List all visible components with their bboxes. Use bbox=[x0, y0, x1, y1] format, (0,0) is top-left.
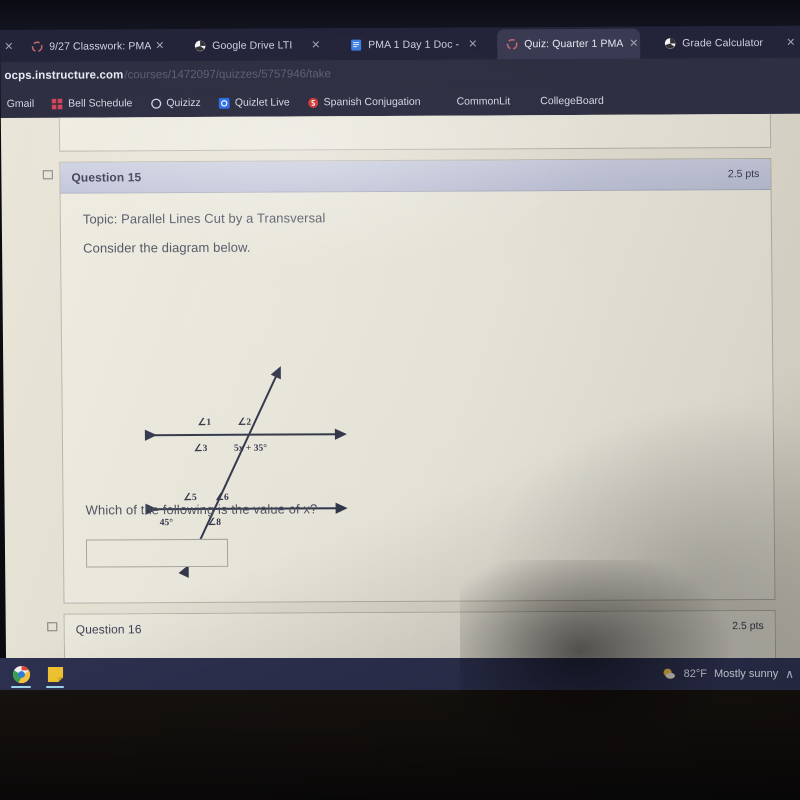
taskbar-chrome-icon[interactable] bbox=[4, 658, 38, 690]
angle-label-1: ∠1 bbox=[198, 417, 212, 428]
tab-close-icon-1[interactable]: ✕ bbox=[311, 38, 320, 51]
angle-label-5x35: 5x + 35° bbox=[234, 443, 267, 454]
address-path: /courses/1472097/quizzes/5757946/take bbox=[124, 68, 331, 82]
docs-icon bbox=[351, 39, 362, 51]
answer-input[interactable] bbox=[85, 538, 229, 568]
bookmark-quizizz[interactable]: Quizizz bbox=[150, 97, 201, 109]
bookmark-label: CollegeBoard bbox=[540, 94, 604, 108]
question-15-card: Question 15 2.5 pts Topic: Parallel Line… bbox=[59, 157, 776, 604]
browser-tab-label: PMA 1 Day 1 Doc - bbox=[368, 38, 460, 52]
bookmark-label: Bell Schedule bbox=[68, 97, 133, 110]
previous-question-card bbox=[58, 113, 772, 152]
angle-label-3: ∠3 bbox=[194, 443, 208, 454]
taskbar-active-underline bbox=[11, 686, 31, 688]
question-15-answer-area: Which of the following is the value of x… bbox=[85, 501, 318, 568]
weather-temperature: 82°F bbox=[683, 668, 707, 680]
browser-tab-strip: ✕ 9/27 Classwork: PMA ✕ Google Drive LTI… bbox=[0, 25, 800, 62]
system-tray: 82°F Mostly sunny ∧ bbox=[661, 666, 800, 682]
bookmarks-bar: Gmail Bell Schedule Quizizz Quizlet Live… bbox=[0, 85, 800, 118]
tray-expand-icon[interactable]: ∧ bbox=[785, 667, 794, 681]
question-15-instruction: Consider the diagram below. bbox=[83, 239, 251, 256]
flag-question-15-icon[interactable] bbox=[42, 170, 54, 183]
address-bar[interactable]: ocps.instructure.com/courses/1472097/qui… bbox=[0, 57, 800, 90]
browser-tab-4[interactable]: Grade Calculator bbox=[655, 28, 800, 59]
bookmark-bell-schedule[interactable]: Bell Schedule bbox=[52, 97, 133, 110]
browser-tab-label: Quiz: Quarter 1 PMA bbox=[524, 37, 624, 51]
bookmark-collegeboard[interactable]: CollegeBoard bbox=[540, 95, 604, 107]
laptop-photo: ✕ 9/27 Classwork: PMA ✕ Google Drive LTI… bbox=[0, 0, 800, 800]
question-16-title: Question 16 bbox=[75, 622, 142, 637]
flag-question-16-icon[interactable] bbox=[47, 622, 58, 635]
question-16-header: Question 16 2.5 pts bbox=[64, 610, 775, 645]
bookmark-label: Spanish Conjugation bbox=[323, 95, 421, 109]
quizizz-icon bbox=[150, 98, 161, 109]
browser-tab-2[interactable]: PMA 1 Day 1 Doc - bbox=[341, 29, 484, 60]
bookmark-quizlet-live[interactable]: Quizlet Live bbox=[218, 96, 290, 109]
laptop-deck: hp bbox=[0, 690, 800, 800]
spinner-icon bbox=[506, 38, 518, 50]
bookmark-label: Quizizz bbox=[166, 96, 201, 110]
question-15-topic: Topic: Parallel Lines Cut by a Transvers… bbox=[82, 210, 326, 227]
browser-tab-label: 9/27 Classwork: PMA bbox=[49, 40, 152, 53]
drive-icon bbox=[194, 40, 206, 52]
bookmark-label: Quizlet Live bbox=[234, 96, 290, 109]
bookmark-label: CommonLit bbox=[456, 95, 511, 108]
browser-tab-3[interactable]: Quiz: Quarter 1 PMA bbox=[497, 28, 641, 60]
tab-close-icon-0[interactable]: ✕ bbox=[155, 39, 164, 52]
grid-icon bbox=[52, 98, 63, 109]
taskbar-sticky-notes-icon[interactable] bbox=[38, 658, 72, 690]
question-16-card: Question 16 2.5 pts bbox=[63, 609, 777, 663]
spinner-icon bbox=[31, 41, 43, 53]
question-15-title: Question 15 bbox=[71, 170, 142, 185]
question-16-points: 2.5 pts bbox=[732, 620, 764, 633]
bookmark-spanish-conjugation[interactable]: Spanish Conjugation bbox=[308, 96, 421, 109]
drive-icon bbox=[664, 38, 676, 49]
question-15-prompt: Which of the following is the value of x… bbox=[85, 501, 318, 518]
weather-condition: Mostly sunny bbox=[714, 668, 779, 680]
sun-cloud-icon bbox=[663, 668, 675, 679]
question-15-points: 2.5 pts bbox=[727, 168, 760, 181]
question-15-body: Topic: Parallel Lines Cut by a Transvers… bbox=[61, 190, 772, 256]
tab-close-icon-3[interactable]: ✕ bbox=[629, 37, 638, 50]
bookmark-gmail[interactable]: Gmail bbox=[7, 98, 35, 110]
browser-chrome: ✕ 9/27 Classwork: PMA ✕ Google Drive LTI… bbox=[0, 25, 800, 120]
tab-close-icon-4[interactable]: ✕ bbox=[786, 36, 795, 49]
address-domain: ocps.instructure.com bbox=[4, 69, 124, 82]
browser-tab-1[interactable]: Google Drive LTI bbox=[185, 30, 328, 61]
angle-label-2: ∠2 bbox=[238, 417, 252, 428]
spanish-icon bbox=[308, 97, 319, 108]
quiz-page: Question 15 2.5 pts Topic: Parallel Line… bbox=[0, 113, 800, 663]
laptop-screen: ✕ 9/27 Classwork: PMA ✕ Google Drive LTI… bbox=[0, 25, 800, 663]
browser-tab-label: Grade Calculator bbox=[682, 37, 764, 50]
top-parallel-line bbox=[144, 428, 347, 441]
tab-close-icon[interactable]: ✕ bbox=[4, 40, 13, 53]
bookmark-label: Gmail bbox=[6, 97, 35, 110]
browser-tab-label: Google Drive LTI bbox=[212, 39, 293, 52]
windows-taskbar: 82°F Mostly sunny ∧ bbox=[0, 658, 800, 690]
taskbar-active-underline-2 bbox=[46, 686, 64, 688]
quizlet-icon bbox=[218, 97, 230, 109]
tab-close-icon-2[interactable]: ✕ bbox=[468, 38, 477, 51]
question-15-header: Question 15 2.5 pts bbox=[60, 158, 771, 194]
bookmark-commonlit[interactable]: CommonLit bbox=[456, 95, 510, 107]
